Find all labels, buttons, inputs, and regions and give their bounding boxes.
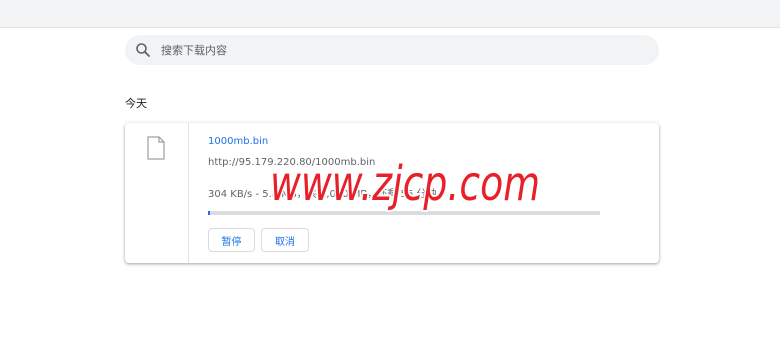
download-progress-fill [208, 211, 211, 215]
file-icon [147, 136, 165, 160]
search-input[interactable] [161, 35, 641, 65]
file-name-link[interactable]: 1000mb.bin [208, 136, 268, 147]
card-divider [188, 123, 189, 263]
cancel-button[interactable]: 取消 [261, 228, 309, 252]
search-bar[interactable] [125, 35, 659, 65]
date-section-label: 今天 [125, 97, 147, 110]
file-url: http://95.179.220.80/1000mb.bin [208, 157, 376, 168]
top-toolbar [0, 0, 780, 27]
search-icon [136, 43, 150, 57]
toolbar-divider [0, 27, 780, 28]
download-status: 304 KB/s - 5.8 MB，共 1,000 MB，还剩 56 分钟 [208, 189, 437, 200]
download-progress-bar [208, 211, 600, 215]
pause-button[interactable]: 暂停 [208, 228, 255, 252]
download-item-card: 1000mb.bin http://95.179.220.80/1000mb.b… [125, 123, 659, 263]
